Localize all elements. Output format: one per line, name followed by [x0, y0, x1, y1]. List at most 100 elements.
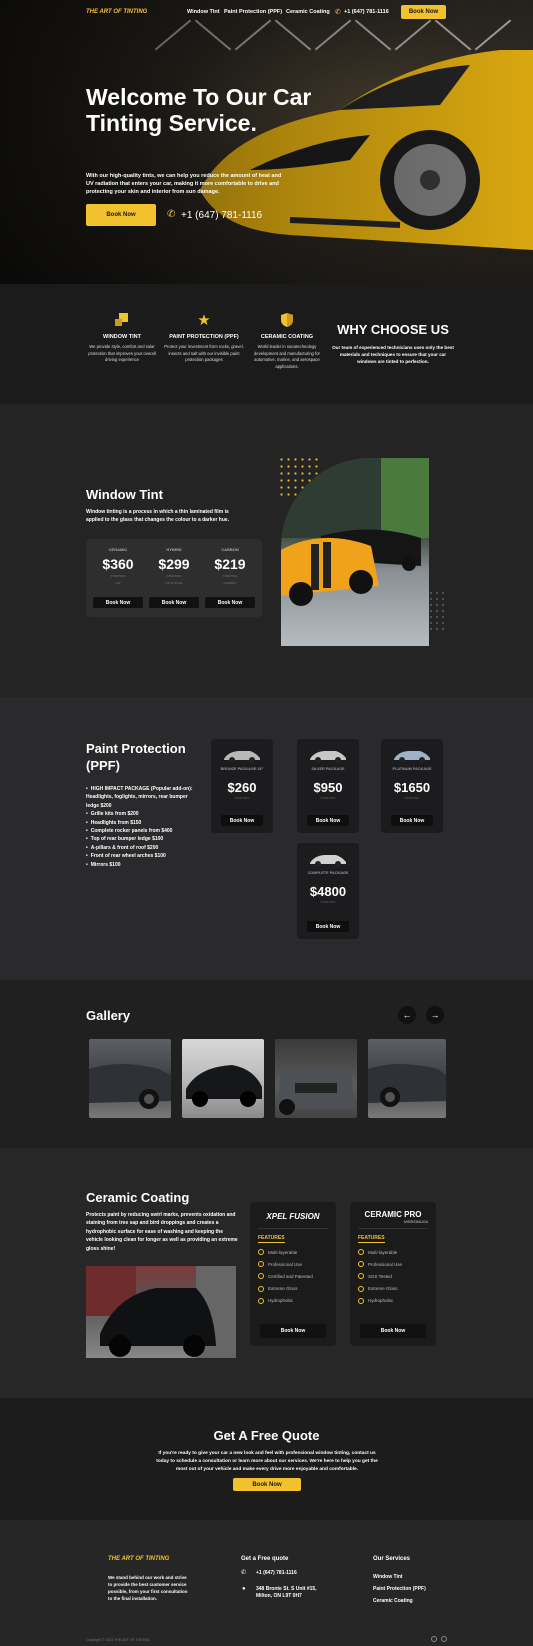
instagram-icon[interactable]	[441, 1636, 447, 1642]
check-icon	[258, 1285, 264, 1292]
footer-service-window-tint[interactable]: Window Tint	[373, 1574, 403, 1580]
nav-ceramic-coating[interactable]: Ceramic Coating	[286, 9, 330, 15]
ppf-package-price: $4800	[309, 884, 347, 899]
hero-book-now-button[interactable]: Book Now	[86, 204, 156, 226]
quote-book-now-button[interactable]: Book Now	[233, 1478, 301, 1491]
gallery-image[interactable]	[89, 1039, 171, 1118]
car-image	[308, 747, 348, 763]
ppf-addons-list: HIGH IMPACT PACKAGE (Popular add-on): He…	[86, 785, 196, 869]
package-price: $219	[214, 556, 246, 572]
hero-description: With our high-quality tints, we can help…	[86, 173, 282, 195]
ppf-card-platinum: PLATINUM PACKAGE $1650 STARTING Book Now	[381, 739, 443, 833]
gallery-next-button[interactable]: →	[426, 1006, 444, 1024]
feature-item: Multi-layerable	[258, 1246, 332, 1258]
gallery-image[interactable]	[182, 1039, 264, 1118]
check-icon	[358, 1249, 364, 1256]
ceramic-pro-book-button[interactable]: Book Now	[360, 1324, 426, 1338]
check-icon	[358, 1297, 364, 1304]
footer-service-ppf[interactable]: Paint Protection (PPF)	[373, 1586, 426, 1592]
gallery-heading: Gallery	[86, 1008, 131, 1023]
features-label: FEATURES	[258, 1235, 285, 1243]
tint-carbon-book-button[interactable]: Book Now	[205, 597, 255, 608]
footer-service-ceramic[interactable]: Ceramic Coating	[373, 1598, 413, 1604]
tint-heading: Window Tint	[86, 487, 163, 502]
footer-phone-icon: ✆	[241, 1570, 247, 1576]
ceramic-heading: Ceramic Coating	[86, 1190, 190, 1205]
package-sub: STARTING	[166, 574, 182, 578]
quote-section: Get A Free Quote If you're ready to give…	[0, 1398, 533, 1520]
xpel-book-button[interactable]: Book Now	[260, 1324, 326, 1338]
gallery-image[interactable]	[368, 1039, 446, 1118]
feature-item: Extreme Gloss	[358, 1283, 432, 1295]
gallery-section: Gallery ← →	[0, 980, 533, 1148]
ppf-package-price: $260	[227, 780, 257, 795]
check-icon	[258, 1273, 264, 1280]
tint-package: CARBON $219 STARTING CARBON	[202, 547, 258, 585]
divider	[358, 1228, 428, 1229]
ppf-platinum-book-button[interactable]: Book Now	[391, 815, 433, 826]
window-tint-icon	[114, 312, 130, 328]
nav-window-tint[interactable]: Window Tint	[187, 9, 220, 15]
xpel-fusion-card: XPEL FUSION FEATURES Multi-layerable Pro…	[250, 1202, 336, 1346]
why-item-title: CERAMIC COATING	[260, 334, 314, 340]
footer-logo[interactable]: THE ART OF TINTING	[108, 1556, 169, 1562]
features-label: FEATURES	[358, 1235, 385, 1243]
list-item: A-pillars & front of roof $200	[86, 844, 196, 852]
hero-section: THE ART OF TINTING Window Tint Paint Pro…	[0, 0, 533, 284]
ppf-card-complete: COMPLETE PACKAGE $4800 STARTING Book Now	[297, 843, 359, 939]
tint-hybrid-book-button[interactable]: Book Now	[149, 597, 199, 608]
nav-book-now-button[interactable]: Book Now	[401, 5, 446, 19]
ppf-card-silver: SILVER PACKAGE $950 STARTING Book Now	[297, 739, 359, 833]
list-item: Complete rocker panels from $400	[86, 827, 196, 835]
feature-item: Extreme Gloss	[258, 1283, 332, 1295]
ppf-silver-book-button[interactable]: Book Now	[307, 815, 349, 826]
quote-heading: Get A Free Quote	[213, 1428, 320, 1443]
gallery-prev-button[interactable]: ←	[398, 1006, 416, 1024]
feature-item: Professional Use	[258, 1258, 332, 1270]
ppf-package-label: BRONZE PACKAGE 18"	[220, 767, 264, 771]
feature-item: Multi-layerable	[358, 1246, 432, 1258]
tint-text: Window tinting is a process in which a t…	[86, 509, 230, 523]
why-section: WINDOW TINT We provide style, comfort an…	[0, 284, 533, 404]
window-tint-section: Window Tint Window tinting is a process …	[0, 404, 533, 697]
divider	[258, 1228, 328, 1229]
tint-ceramic-book-button[interactable]: Book Now	[93, 597, 143, 608]
list-item: Grille kits from $200	[86, 810, 196, 818]
feature-item: Hydrophobic	[358, 1295, 432, 1307]
ppf-package-price: $1650	[393, 780, 431, 795]
why-item-ceramic: CERAMIC COATING World leader in nanotech…	[247, 312, 327, 370]
ppf-complete-book-button[interactable]: Book Now	[307, 921, 349, 932]
why-item-desc: Protect your investment from rocks, grav…	[164, 344, 244, 362]
feature-item: Professional Use	[358, 1258, 432, 1270]
package-label: CARBON	[221, 547, 239, 552]
list-item: Mirrors $100	[86, 861, 196, 869]
hero-title: Welcome To Our Car Tinting Service.	[86, 84, 312, 136]
car-image	[308, 851, 348, 867]
tint-pricing-card: CERAMIC $360 STARTING CIR HYBRID $299 ST…	[86, 539, 262, 617]
ppf-bronze-book-button[interactable]: Book Now	[221, 815, 263, 826]
logo[interactable]: THE ART OF TINTING	[86, 9, 147, 15]
xpel-fusion-logo: XPEL FUSION	[266, 1212, 320, 1221]
tint-package: HYBRID $299 STARTING HP SUATHE	[146, 547, 202, 585]
dots-decoration	[428, 590, 446, 630]
gallery-image[interactable]	[275, 1039, 357, 1118]
ppf-heading: Paint Protection (PPF)	[86, 741, 186, 773]
nav-phone[interactable]: +1 (647) 781-1116	[344, 9, 389, 15]
nav-ppf[interactable]: Paint Protection (PPF)	[224, 9, 282, 15]
package-label: CERAMIC	[108, 547, 128, 552]
check-icon	[358, 1285, 364, 1292]
footer-services-heading: Our Services	[373, 1556, 411, 1562]
phone-icon: ✆	[335, 9, 341, 16]
facebook-icon[interactable]	[431, 1636, 437, 1642]
footer-phone[interactable]: +1 (647) 781-1116	[256, 1570, 297, 1576]
ceramic-section: Ceramic Coating Protects paint by reduci…	[0, 1148, 533, 1398]
footer-quote-heading: Get a Free quote	[241, 1556, 289, 1562]
hero-phone[interactable]: +1 (647) 781-1116	[181, 210, 262, 221]
feature-item: Certified and Patented	[258, 1270, 332, 1282]
why-item-ppf: ★ PAINT PROTECTION (PPF) Protect your in…	[164, 312, 244, 364]
ceramic-text: Protects paint by reducing swirl marks, …	[86, 1212, 238, 1252]
ppf-package-label: SILVER PACKAGE	[311, 767, 345, 771]
shield-icon	[279, 312, 295, 328]
list-item: Top of rear bumper ledge $100	[86, 835, 196, 843]
why-heading: WHY CHOOSE US	[337, 322, 449, 337]
